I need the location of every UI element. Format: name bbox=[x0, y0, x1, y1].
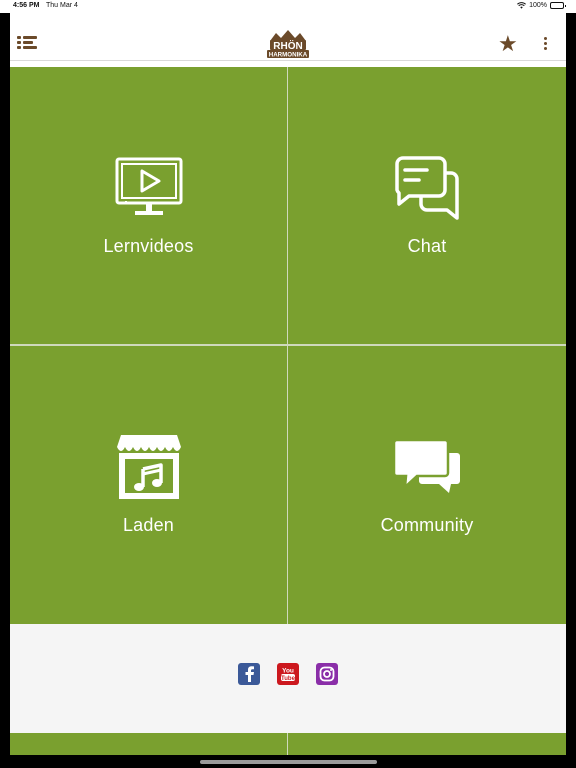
community-chat-icon bbox=[393, 433, 461, 501]
video-monitor-icon bbox=[115, 154, 183, 222]
tile-label: Community bbox=[380, 515, 474, 535]
tile-label: Chat bbox=[407, 236, 447, 256]
instagram-icon[interactable] bbox=[316, 663, 338, 685]
status-date: Thu Mar 4 bbox=[46, 2, 78, 9]
more-vertical-icon[interactable] bbox=[544, 37, 548, 51]
top-app-bar: RHÖN HARMONIKA ★ bbox=[10, 13, 566, 61]
music-shop-icon bbox=[115, 433, 183, 501]
tile-community[interactable]: Community bbox=[288, 346, 566, 624]
battery-percent: 100% bbox=[529, 2, 547, 9]
tile-grid: Lernvideos Chat Laden Community bbox=[10, 67, 566, 624]
bottom-tile-strip bbox=[10, 733, 566, 755]
status-right: 100% bbox=[517, 2, 566, 9]
status-bar: 4:56 PM Thu Mar 4 100% bbox=[0, 0, 576, 13]
battery-icon bbox=[550, 2, 566, 9]
app-window: RHÖN HARMONIKA ★ Lernvideos Chat Laden C… bbox=[10, 13, 566, 755]
status-time: 4:56 PM bbox=[13, 2, 40, 9]
wifi-icon bbox=[517, 2, 527, 9]
tile-label: Lernvideos bbox=[103, 236, 194, 256]
svg-text:Tube: Tube bbox=[281, 676, 296, 682]
rhoen-harmonika-logo[interactable]: RHÖN HARMONIKA bbox=[266, 29, 310, 59]
logo-text-bottom: HARMONIKA bbox=[269, 52, 308, 59]
tile-laden[interactable]: Laden bbox=[10, 346, 287, 624]
home-indicator[interactable] bbox=[200, 760, 377, 764]
menu-icon[interactable] bbox=[17, 36, 37, 50]
chat-bubbles-outline-icon bbox=[393, 154, 461, 222]
svg-text:You: You bbox=[282, 668, 294, 675]
tile-label: Laden bbox=[122, 515, 175, 535]
youtube-icon[interactable]: You Tube bbox=[277, 663, 299, 685]
facebook-icon[interactable] bbox=[238, 663, 260, 685]
tile-chat[interactable]: Chat bbox=[288, 67, 566, 344]
star-icon[interactable]: ★ bbox=[498, 33, 518, 55]
social-links-bar: You Tube bbox=[10, 624, 566, 733]
tile-lernvideos[interactable]: Lernvideos bbox=[10, 67, 287, 344]
